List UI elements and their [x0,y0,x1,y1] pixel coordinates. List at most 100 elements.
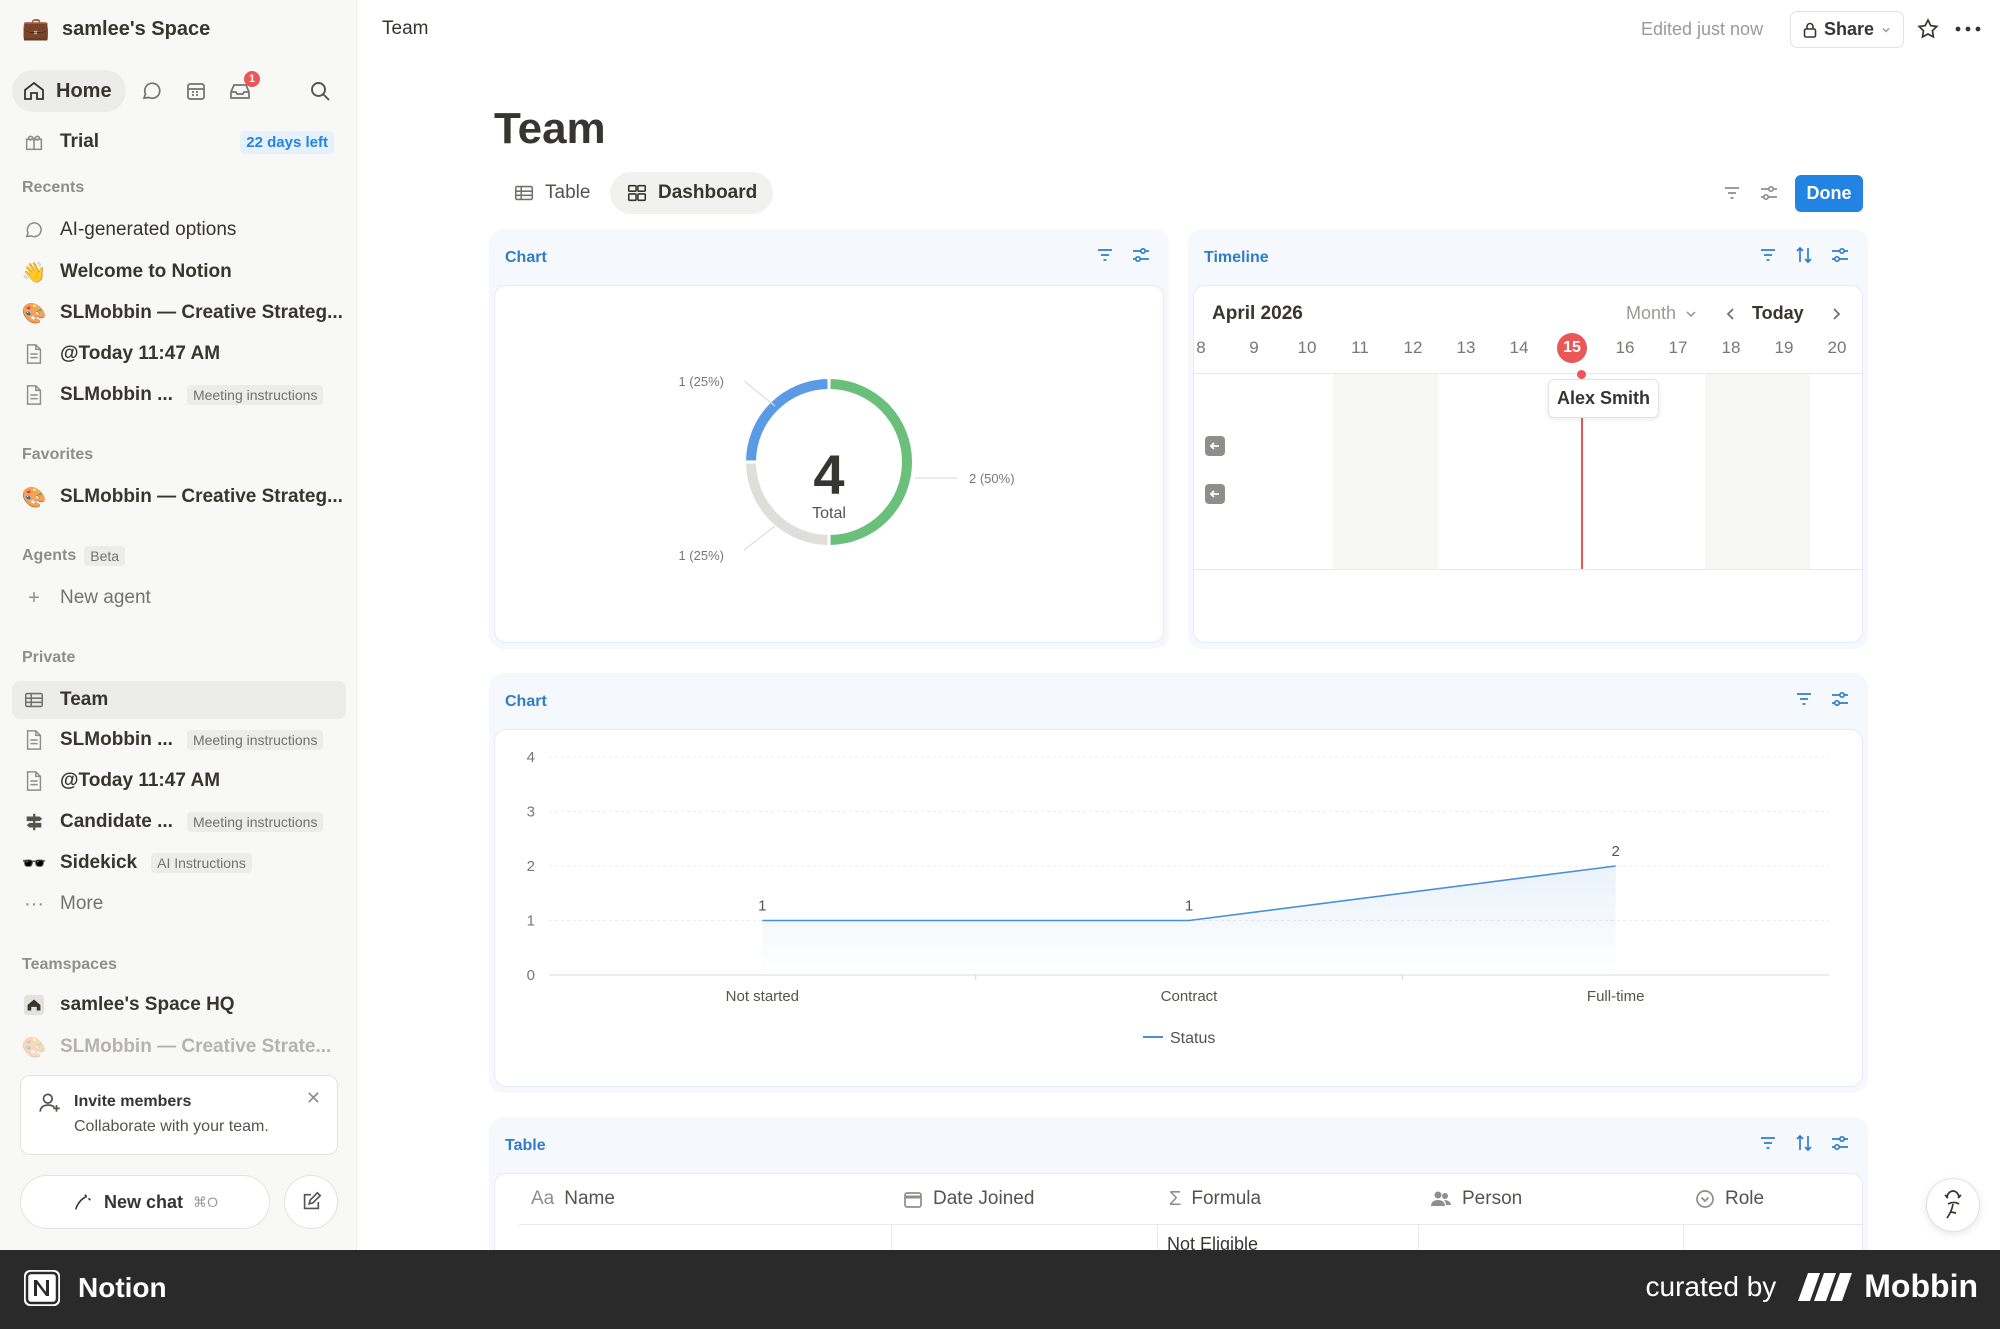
column-header-formula[interactable]: Σ Formula [1169,1174,1261,1224]
column-header-label: Name [564,1188,615,1209]
legend-label[interactable]: Status [1170,1030,1215,1047]
timeline-bottom-divider [1194,569,1862,570]
private-item-label: Sidekick [60,852,138,873]
sidebar-teamspace-item[interactable]: 🎨 SLMobbin — Creative Strate... [12,1028,346,1066]
more-options-icon[interactable] [1953,14,1983,44]
sidebar-recent-item[interactable]: @Today 11:47 AM [12,335,346,373]
close-icon[interactable]: ✕ [306,1088,321,1109]
table-cell-formula[interactable]: Not Eligible [1167,1234,1258,1250]
filter-icon[interactable] [1095,245,1115,270]
recent-item-label: SLMobbin ... [60,384,173,405]
tab-dashboard[interactable]: Dashboard [610,172,774,214]
page-icon [22,769,46,793]
settings-sliders-icon[interactable] [1131,245,1151,270]
sidebar-private-item[interactable]: Candidate ... Meeting instructions [12,803,346,841]
sort-icon[interactable] [1794,1133,1814,1158]
settings-sliders-icon[interactable] [1830,245,1850,270]
data-label: 2 [1611,843,1619,860]
column-header-label: Person [1462,1188,1523,1209]
column-header-date-joined[interactable]: Date Joined [903,1174,1034,1224]
chat-icon[interactable] [138,77,166,105]
column-header-role[interactable]: Role [1695,1174,1764,1224]
ai-assistant-button[interactable] [1926,1178,1980,1232]
sidebar-private-item[interactable]: @Today 11:47 AM [12,762,346,800]
new-chat-shortcut: ⌘O [193,1193,218,1210]
filter-icon[interactable] [1720,181,1744,205]
today-button[interactable]: Today [1752,303,1804,324]
table-icon [514,185,534,201]
lock-icon [1803,22,1817,38]
compose-button[interactable] [284,1175,338,1229]
share-button[interactable]: Share [1790,11,1905,48]
sidebar-item-team[interactable]: Team [12,681,346,719]
house-icon [22,993,46,1017]
private-header[interactable]: Private [22,649,75,667]
arrow-left-icon[interactable] [1205,436,1225,456]
share-label: Share [1824,19,1875,39]
timeline-day: 8 [1196,338,1206,357]
teamspaces-header[interactable]: Teamspaces [22,956,117,974]
sidebar-private-item[interactable]: SLMobbin ... Meeting instructions [12,721,346,759]
calendar-icon[interactable] [182,77,210,105]
card-title[interactable]: Timeline [1204,249,1269,267]
tab-table-label: Table [545,182,591,203]
column-header-label: Role [1725,1188,1765,1209]
curated-label: curated by [1645,1270,1777,1302]
sort-icon[interactable] [1794,245,1814,270]
timeline-day: 11 [1351,338,1369,357]
weekend-column [1705,374,1810,569]
search-icon[interactable] [306,77,334,105]
inbox-icon[interactable]: 1 [226,71,260,105]
ai-pen-icon [74,1194,91,1210]
data-label: 1 [758,898,766,915]
donut-total: 4 [813,443,844,506]
arrow-left-icon[interactable] [1205,484,1225,504]
sidebar-recent-item[interactable]: 👋 Welcome to Notion [12,253,346,291]
breadcrumb[interactable]: Team [382,18,428,40]
x-tick-label: Not started [726,988,799,1005]
column-header-name[interactable]: Aa Name [531,1174,615,1224]
settings-sliders-icon[interactable] [1830,1133,1850,1158]
settings-sliders-icon[interactable] [1757,181,1781,205]
next-period-icon[interactable] [1829,306,1843,327]
new-agent-label: New agent [60,587,151,608]
recent-item-label: @Today 11:47 AM [60,343,221,364]
filter-icon[interactable] [1758,1133,1778,1158]
timeline-scale-label: Month [1626,303,1677,323]
select-icon [1696,1190,1714,1208]
agents-header[interactable]: Agents Beta [22,546,126,566]
column-header-person[interactable]: Person [1430,1174,1522,1224]
sidebar-more-button[interactable]: ··· More [12,885,346,923]
sidebar-private-item[interactable]: 🕶️ Sidekick AI Instructions [12,844,346,882]
sidebar-teamspace-item[interactable]: samlee's Space HQ [12,986,346,1024]
workspace-switcher[interactable]: 💼 samlee's Space [22,16,210,42]
filter-icon[interactable] [1794,689,1814,714]
favorite-star-icon[interactable] [1913,14,1943,44]
donut-chart[interactable]: 1 (25%) 2 (50%) 1 (25%) 4 Total [495,286,1165,644]
sidebar: 💼 samlee's Space Home 1 Trial 22 days le… [0,0,357,1250]
card-title[interactable]: Table [505,1137,546,1155]
timeline-item[interactable]: Alex Smith [1548,379,1660,418]
sidebar-favorite-item[interactable]: 🎨 SLMobbin — Creative Strateg... [12,478,346,516]
line-chart[interactable]: 0 1 2 3 4 Not started Contract Full-time 1 1 2 S… [495,730,1864,1088]
sidebar-recent-item[interactable]: 🎨 SLMobbin — Creative Strateg... [12,294,346,332]
timeline-scale-select[interactable]: Month [1626,303,1698,324]
recents-header[interactable]: Recents [22,179,84,197]
tab-table[interactable]: Table [497,172,606,214]
card-title[interactable]: Chart [505,249,547,267]
sidebar-item-trial[interactable]: Trial 22 days left [12,123,346,161]
sidebar-recent-item[interactable]: AI-generated options [12,211,346,249]
filter-icon[interactable] [1758,245,1778,270]
card-title[interactable]: Chart [505,693,547,711]
new-chat-button[interactable]: New chat ⌘O [20,1175,270,1229]
prev-period-icon[interactable] [1724,306,1738,327]
invite-members-card[interactable]: Invite members Collaborate with your tea… [20,1075,338,1155]
settings-sliders-icon[interactable] [1830,689,1850,714]
edited-status: Edited just now [1641,19,1764,39]
sidebar-recent-item[interactable]: SLMobbin ... Meeting instructions [12,376,346,414]
done-button[interactable]: Done [1795,175,1863,212]
new-agent-button[interactable]: + New agent [12,579,346,617]
x-tick-label: Full-time [1587,988,1645,1005]
home-button[interactable]: Home [12,70,126,112]
favorites-header[interactable]: Favorites [22,446,93,464]
